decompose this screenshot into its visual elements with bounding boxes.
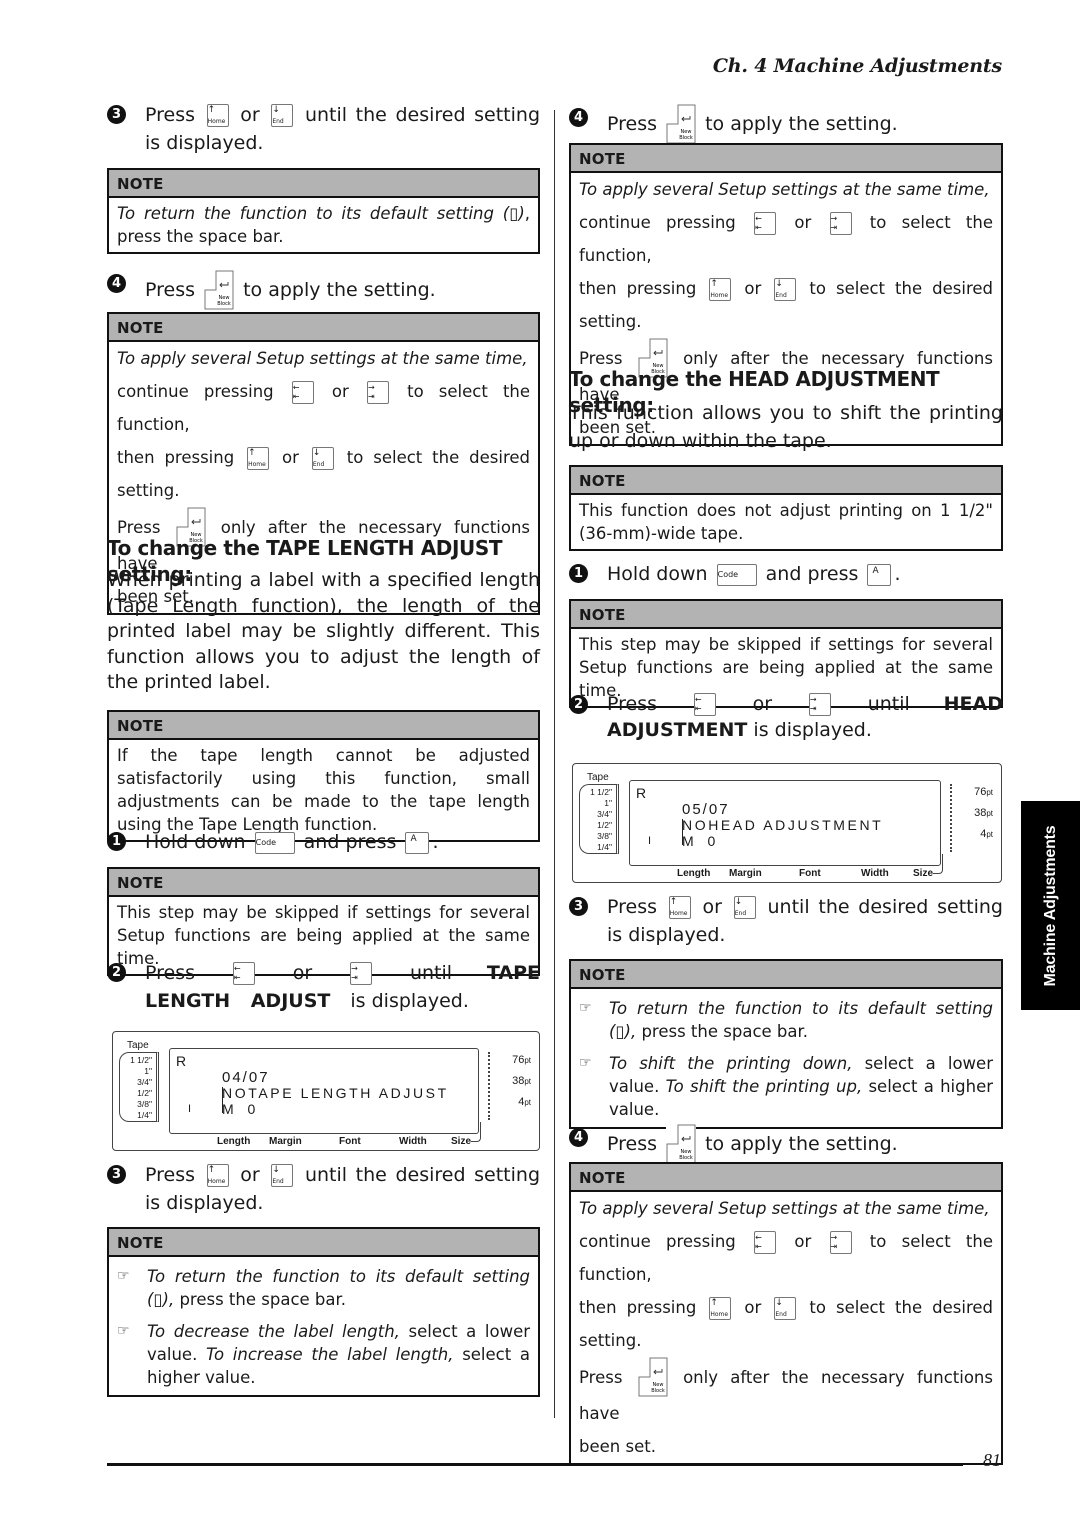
a-key-icon: A	[405, 831, 430, 854]
tape-size-scale: 1 1/2" 1" 3/4" 1/2" 3/8" 1/4"	[119, 1052, 159, 1122]
page-number: 81	[983, 1450, 1001, 1470]
step-number: 2	[107, 963, 126, 982]
pointing-hand-icon: ☞	[117, 1323, 130, 1339]
lcd-cursor	[222, 1087, 223, 1113]
note-label: NOTE	[109, 712, 538, 740]
end-down-key-icon	[271, 1164, 294, 1187]
note-label: NOTE	[109, 170, 538, 198]
note-label: NOTE	[571, 961, 1001, 989]
chapter-title: Ch. 4 Machine Adjustments	[712, 55, 1002, 77]
step-number: 1	[107, 832, 126, 851]
note-bullet: ☞ To shift the printing down, select a l…	[579, 1054, 993, 1119]
note-label: NOTE	[109, 1229, 538, 1257]
default-glyph-icon: ▯	[509, 204, 519, 223]
home-up-key-icon	[709, 278, 732, 301]
note-label: NOTE	[571, 467, 1001, 495]
pointing-hand-icon: ☞	[579, 1055, 592, 1071]
note-head-adjust-tips: NOTE ☞ To return the function to its def…	[569, 959, 1003, 1129]
note-tape-length: NOTE If the tape length cannot be adjust…	[107, 710, 540, 842]
note-label: NOTE	[571, 601, 1001, 629]
step-number: 2	[569, 695, 588, 714]
lcd-display-tape-length: Tape 1 1/2" 1" 3/4" 1/2" 3/8" 1/4" R I 0…	[112, 1031, 540, 1151]
lcd-screen: R I 05/07 NOHEAD ADJUSTMENT M 0	[629, 780, 941, 866]
note-default-setting: NOTE To return the function to its defau…	[107, 168, 540, 254]
step-3-tape: 3 Press or until the desired setting is …	[107, 1161, 540, 1217]
note-head-adjust-tape: NOTE This function does not adjust print…	[569, 465, 1003, 551]
home-up-key-icon	[668, 896, 691, 919]
step-number: 3	[569, 897, 588, 916]
pt-scale	[950, 784, 953, 852]
note-tape-adjust-tips: NOTE ☞ To return the function to its def…	[107, 1227, 540, 1397]
note-bullet: ☞ To return the function to its default …	[117, 1267, 530, 1309]
home-up-key-icon	[709, 1297, 732, 1320]
code-key-icon: Code	[254, 831, 295, 854]
side-tab-machine-adjustments[interactable]: Machine Adjustments	[1021, 801, 1080, 1010]
lcd-line-3: M 0	[682, 833, 718, 849]
step-4-head: 4 Press to apply the setting.	[569, 1124, 1003, 1164]
right-arrow-key-icon	[350, 962, 373, 985]
column-divider	[554, 110, 555, 1418]
right-arrow-key-icon	[808, 693, 831, 716]
end-down-key-icon	[271, 104, 294, 127]
code-key-icon: Code	[716, 563, 757, 586]
step-number: 4	[107, 274, 126, 293]
step-3-top: 3 Press or until the desired setting is …	[107, 101, 540, 157]
lcd-cursor	[682, 819, 683, 845]
lcd-screen: R I 04/07 NOTAPE LENGTH ADJUST M 0	[169, 1048, 479, 1134]
note-label: NOTE	[571, 145, 1001, 173]
home-up-key-icon	[206, 104, 229, 127]
new-block-enter-key-icon	[204, 270, 235, 310]
lcd-line-2: NOHEAD ADJUSTMENT	[682, 817, 884, 833]
step-4-top: 4 Press to apply the setting.	[107, 270, 540, 310]
note-bullet: ☞ To decrease the label length, select a…	[117, 1322, 530, 1387]
step-number: 1	[569, 564, 588, 583]
step-number: 3	[107, 1165, 126, 1184]
step-4-top-right: 4 Press to apply the setting.	[569, 104, 1003, 144]
home-up-key-icon	[247, 447, 270, 470]
pointing-hand-icon: ☞	[117, 1268, 130, 1284]
left-arrow-key-icon	[291, 381, 314, 404]
left-arrow-key-icon	[754, 1231, 777, 1254]
step-1-head: 1 Hold down Code and press A.	[569, 560, 1003, 588]
home-up-key-icon	[206, 1164, 229, 1187]
section-body-head-adjustment: This function allows you to shift the pr…	[569, 402, 1003, 452]
end-down-key-icon	[311, 447, 334, 470]
a-key-icon: A	[867, 563, 892, 586]
pointing-hand-icon: ☞	[579, 1000, 592, 1016]
note-label: NOTE	[571, 1164, 1001, 1192]
right-arrow-key-icon	[829, 212, 852, 235]
right-arrow-key-icon	[829, 1231, 852, 1254]
lcd-line-2: NOTAPE LENGTH ADJUST	[222, 1085, 449, 1101]
lcd-display-head-adjustment: Tape 1 1/2" 1" 3/4" 1/2" 3/8" 1/4" R I 0…	[572, 763, 1002, 883]
step-number: 3	[107, 105, 126, 124]
end-down-key-icon	[774, 278, 797, 301]
footer-rule	[107, 1463, 963, 1466]
note-bullet: ☞ To return the function to its default …	[579, 999, 993, 1041]
note-label: NOTE	[109, 314, 538, 342]
left-arrow-key-icon	[754, 212, 777, 235]
lcd-line-3: M 0	[222, 1101, 258, 1117]
note-apply-several-right-bottom: NOTE To apply several Setup settings at …	[569, 1162, 1003, 1465]
step-3-head: 3 Press or until the desired setting is …	[569, 893, 1003, 949]
tape-size-scale: 1 1/2" 1" 3/4" 1/2" 3/8" 1/4"	[579, 784, 619, 854]
step-2-head: 2 Press or until HEAD ADJUSTMENT is disp…	[569, 691, 1003, 743]
step-number: 4	[569, 1128, 588, 1147]
pt-scale	[488, 1052, 491, 1120]
new-block-enter-key-icon	[666, 104, 697, 144]
right-arrow-key-icon	[366, 381, 389, 404]
note-label: NOTE	[109, 869, 538, 897]
new-block-enter-key-icon	[637, 1357, 668, 1397]
lcd-line-1: 05/07	[682, 801, 730, 818]
step-2-tape: 2 Press or until TAPE LENGTH ADJUST is d…	[107, 959, 540, 1015]
section-body-tape-length: When printing a label with a specified l…	[107, 569, 540, 693]
end-down-key-icon	[774, 1297, 797, 1320]
end-down-key-icon	[733, 896, 756, 919]
new-block-enter-key-icon	[666, 1124, 697, 1164]
left-arrow-key-icon	[693, 693, 716, 716]
step-1-tape: 1 Hold down Code and press A.	[107, 828, 540, 856]
lcd-line-1: 04/07	[222, 1069, 270, 1086]
step-number: 4	[569, 108, 588, 127]
left-arrow-key-icon	[232, 962, 255, 985]
